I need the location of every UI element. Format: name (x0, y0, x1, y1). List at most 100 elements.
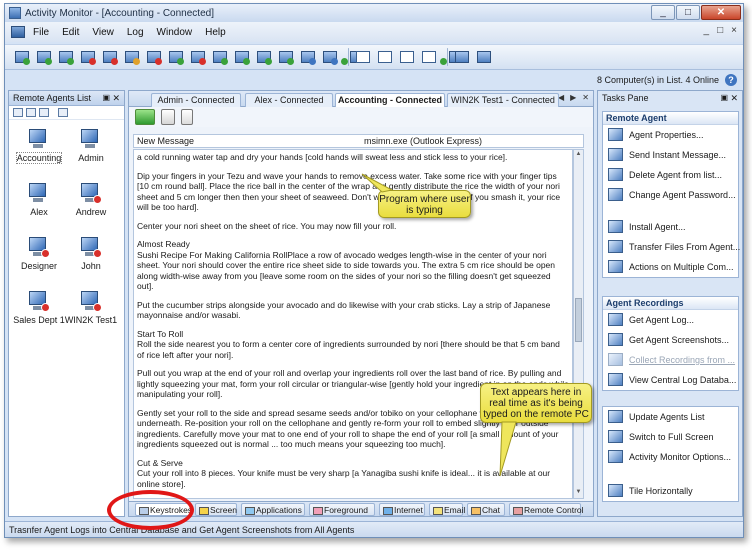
task-item[interactable]: Change Agent Password... (603, 185, 738, 205)
layout-grid-icon[interactable] (398, 48, 416, 66)
task-item[interactable]: Send Instant Message... (603, 145, 738, 165)
agent-delete-icon[interactable] (101, 48, 119, 66)
task-item[interactable]: Agent Properties... (603, 125, 738, 145)
agent-name: WIN2K Test1 (64, 315, 118, 325)
tab-chat[interactable]: Chat (467, 503, 505, 516)
tab-screen[interactable]: Screen (195, 503, 237, 516)
task-item[interactable]: View Central Log Databa... (603, 370, 738, 390)
panel-close-icon[interactable]: ✕ (112, 91, 120, 105)
close-button[interactable]: ✕ (701, 5, 741, 20)
scroll-up-icon[interactable]: ▲ (575, 151, 582, 159)
tasks-pane-header: Tasks Pane ▣ ✕ (598, 91, 742, 106)
task-item[interactable]: Activity Monitor Options... (603, 447, 738, 467)
tab-internet[interactable]: Internet (379, 503, 425, 516)
tab-close-icon[interactable]: ✕ (582, 93, 589, 102)
agent-export-icon[interactable] (321, 48, 339, 66)
layout-split-icon[interactable] (376, 48, 394, 66)
agent-report-icon[interactable] (299, 48, 317, 66)
agent-item[interactable]: Sales Dept 1 (11, 290, 67, 325)
menu-log[interactable]: Log (127, 27, 144, 38)
title-bar[interactable]: Activity Monitor - [Accounting - Connect… (5, 4, 743, 22)
pin-icon[interactable]: ▣ (102, 91, 110, 105)
offline-indicator-icon (93, 249, 102, 258)
settings-icon[interactable] (453, 48, 471, 66)
task-item[interactable]: Get Agent Log... (603, 310, 738, 330)
mdi-close-button[interactable]: × (731, 25, 737, 36)
agent-tab[interactable]: Accounting - Connected (335, 93, 445, 107)
status-bar-text: Trasnfer Agent Logs into Central Databas… (9, 525, 355, 535)
agent-connect-icon[interactable] (13, 48, 31, 66)
agent-item[interactable]: Andrew (63, 182, 119, 217)
mdi-restore-button[interactable]: □ (717, 25, 723, 36)
menu-file[interactable]: File (33, 27, 49, 38)
tasks-pane: Tasks Pane ▣ ✕ Remote Agent Agent Propert… (597, 90, 743, 517)
agent-transfer-icon[interactable] (277, 48, 295, 66)
tab-scroll-right-icon[interactable]: ▶ (570, 93, 576, 102)
agent-screenshot-icon[interactable] (35, 48, 53, 66)
start-recording-button[interactable] (135, 109, 155, 125)
agent-item[interactable]: Alex (11, 182, 67, 217)
scroll-thumb[interactable] (575, 298, 582, 342)
stop-recording-button[interactable] (161, 109, 175, 125)
tasks-close-icon[interactable]: ✕ (730, 91, 738, 105)
small-icons-view-icon[interactable] (26, 108, 36, 117)
layout-quad-icon[interactable] (420, 48, 438, 66)
agent-item[interactable]: Designer (11, 236, 67, 271)
minimize-button[interactable]: _ (651, 5, 675, 20)
text-scrollbar[interactable]: ▲ ▼ (573, 149, 584, 499)
menu-window[interactable]: Window (157, 27, 193, 38)
task-item[interactable]: Get Agent Screenshots... (603, 330, 738, 350)
large-icons-view-icon[interactable] (13, 108, 23, 117)
agent-tab[interactable]: Admin - Connected (151, 93, 241, 107)
agent-item[interactable]: John (63, 236, 119, 271)
task-item[interactable]: Delete Agent from list... (603, 165, 738, 185)
tab-applications[interactable]: Applications (241, 503, 305, 516)
computer-icon (80, 182, 102, 204)
task-item[interactable]: Install Agent... (603, 217, 738, 237)
window-name-cell: New Message (137, 136, 195, 146)
task-item[interactable]: Collect Recordings from ... (603, 350, 738, 370)
task-icon (608, 188, 623, 201)
agent-item[interactable]: Admin (63, 128, 119, 163)
agent-play-icon[interactable] (167, 48, 185, 66)
agent-install-icon[interactable] (233, 48, 251, 66)
agent-shutdown-icon[interactable] (145, 48, 163, 66)
computer-icon (80, 290, 102, 312)
scroll-down-icon[interactable]: ▼ (575, 489, 582, 497)
details-view-icon[interactable] (58, 108, 68, 117)
task-item[interactable]: Transfer Files From Agent... (603, 237, 740, 257)
agent-item[interactable]: Accounting (11, 128, 67, 164)
task-item[interactable]: Update Agents List (603, 407, 738, 427)
agent-refresh-icon[interactable] (57, 48, 75, 66)
help-icon[interactable]: ? (725, 74, 737, 86)
computer-icon (80, 236, 102, 258)
menu-view[interactable]: View (92, 27, 114, 38)
menu-help[interactable]: Help (205, 27, 226, 38)
task-icon (608, 148, 623, 161)
tab-email[interactable]: Email (429, 503, 465, 516)
menu-edit[interactable]: Edit (62, 27, 79, 38)
agent-tab[interactable]: Alex - Connected (245, 93, 333, 107)
task-label: Delete Agent from list... (629, 170, 723, 180)
tab-foreground[interactable]: Foreground (309, 503, 375, 516)
list-view-icon[interactable] (39, 108, 49, 117)
agent-message-icon[interactable] (79, 48, 97, 66)
agent-tab[interactable]: WIN2K Test1 - Connected (447, 93, 559, 107)
agent-stop-icon[interactable] (189, 48, 207, 66)
task-item[interactable]: Tile Horizontally (603, 481, 738, 501)
agent-forward-icon[interactable] (211, 48, 229, 66)
task-icon (608, 484, 623, 497)
copy-button[interactable] (181, 109, 193, 125)
agent-lock-icon[interactable] (123, 48, 141, 66)
layout-single-icon[interactable] (354, 48, 372, 66)
mdi-minimize-button[interactable]: _ (704, 25, 710, 36)
maximize-button[interactable]: □ (676, 5, 700, 20)
home-icon[interactable] (475, 48, 493, 66)
tasks-section: Remote Agent Agent Properties... Send Inst… (602, 111, 740, 278)
agent-sync-icon[interactable] (255, 48, 273, 66)
task-item[interactable]: Switch to Full Screen (603, 427, 738, 447)
task-item[interactable]: Actions on Multiple Com... (603, 257, 738, 277)
tasks-pin-icon[interactable]: ▣ (720, 91, 728, 105)
agent-item[interactable]: WIN2K Test1 (63, 290, 119, 325)
tab-remote-control[interactable]: Remote Control (509, 503, 584, 516)
